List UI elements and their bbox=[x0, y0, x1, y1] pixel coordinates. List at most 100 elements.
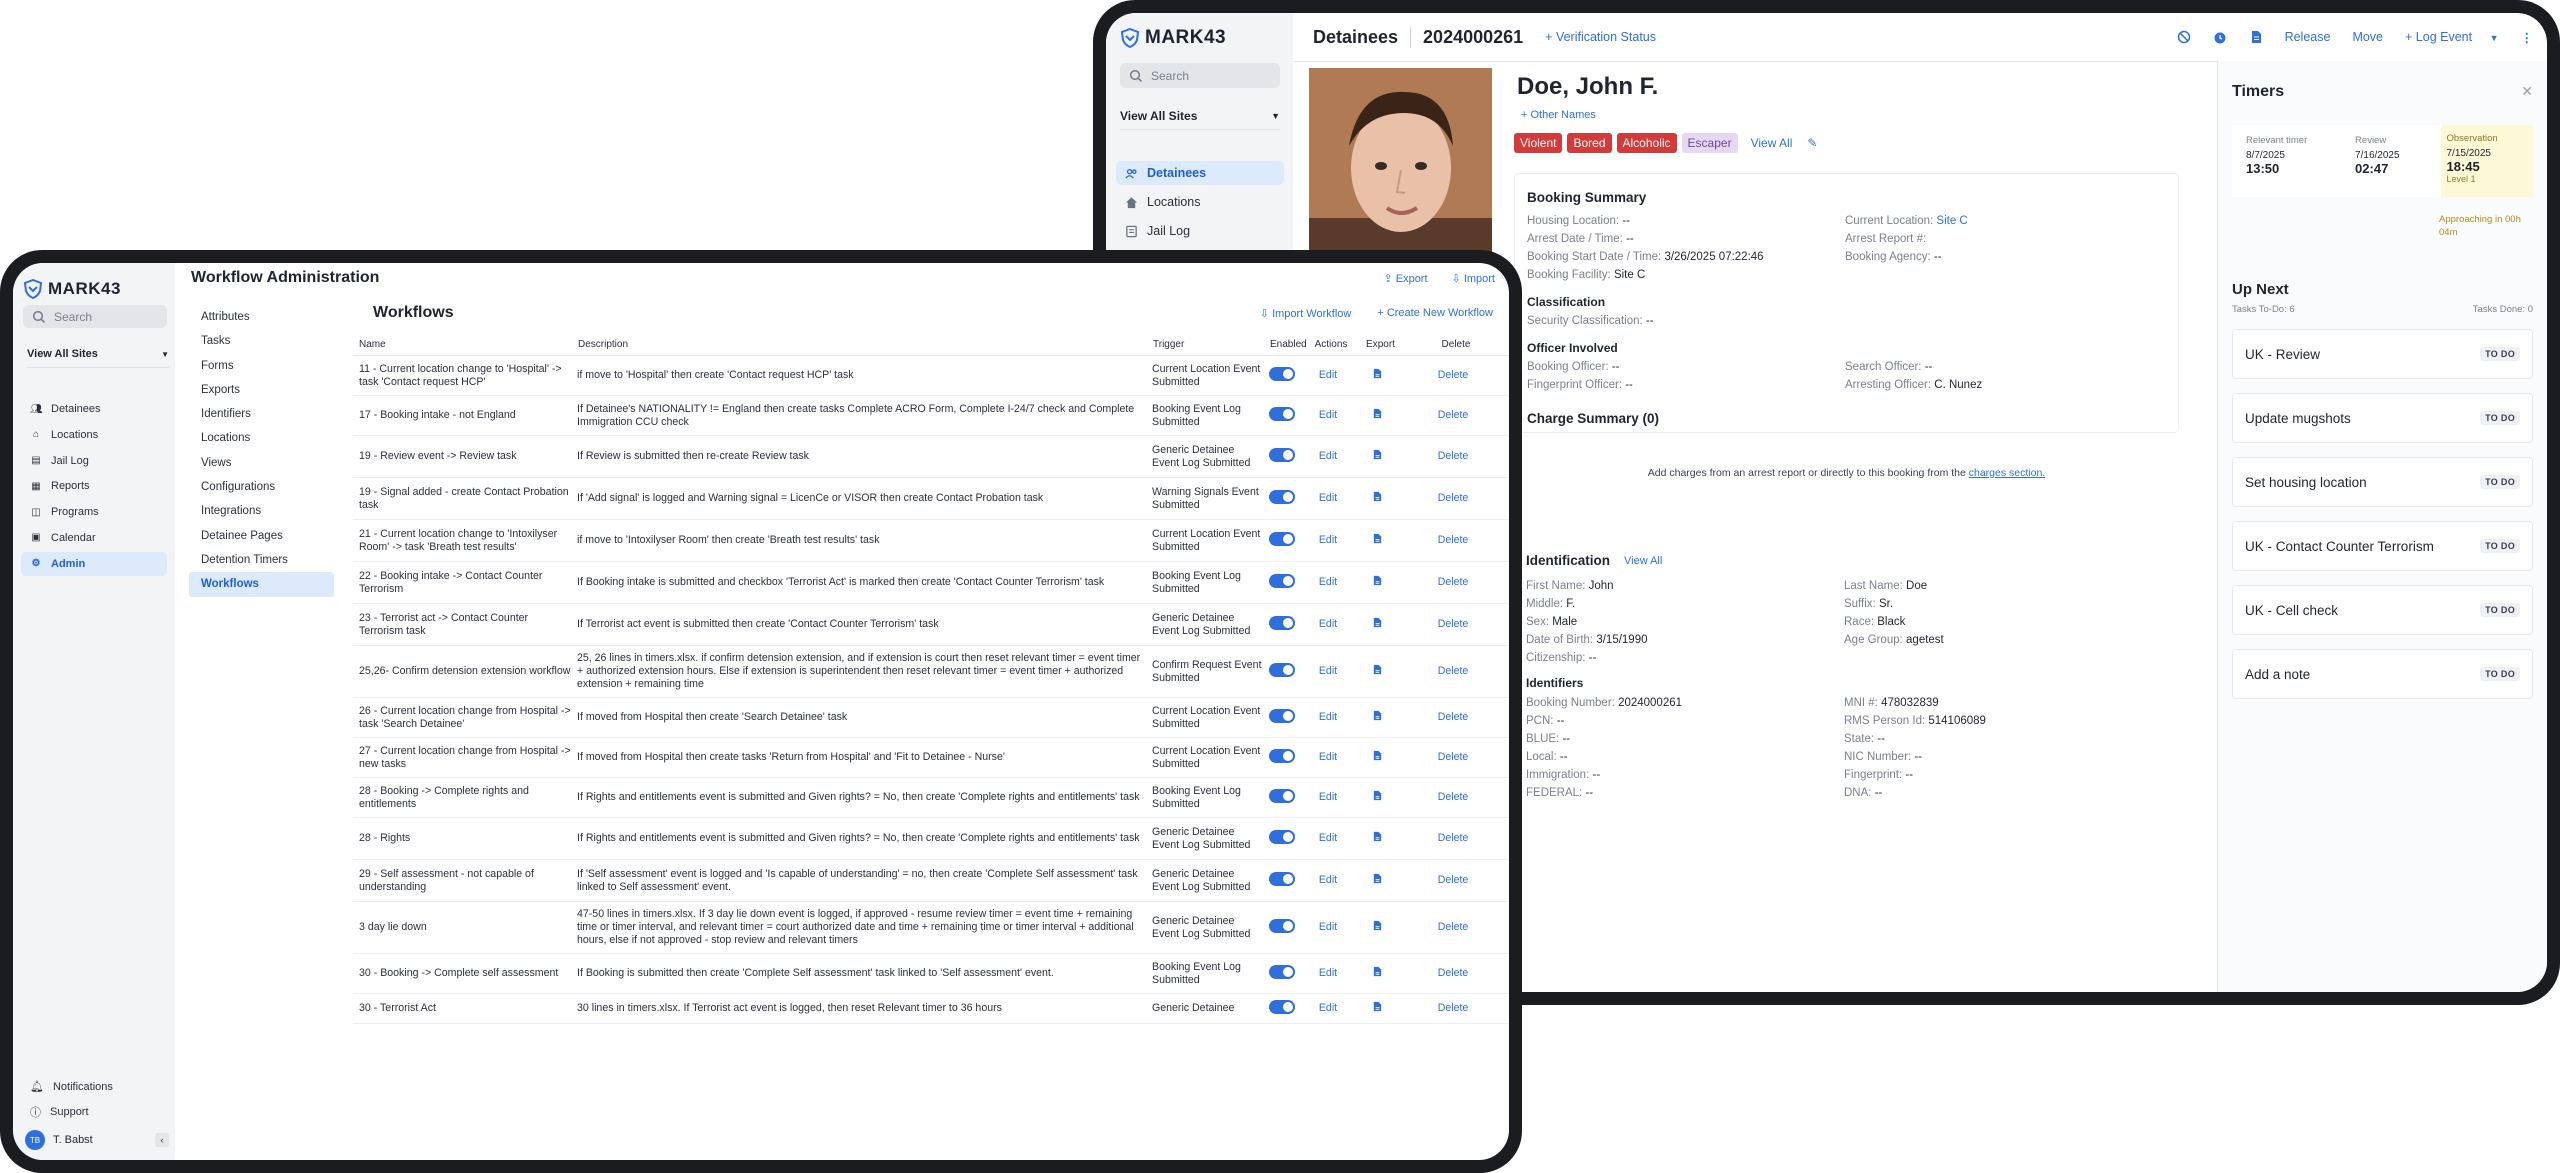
log-event-button[interactable]: + Log Event ▼ bbox=[2405, 30, 2498, 44]
nav-item-locations[interactable]: ⌂ Locations bbox=[21, 423, 167, 447]
export-file-icon[interactable] bbox=[1372, 831, 1383, 842]
table-row[interactable]: 30 - Booking -> Complete self assessment… bbox=[353, 953, 1509, 994]
current-location-link[interactable]: Site C bbox=[1936, 215, 1967, 227]
delete-link[interactable]: Delete bbox=[1438, 751, 1469, 763]
close-icon[interactable]: ✕ bbox=[2521, 83, 2533, 100]
edit-link[interactable]: Edit bbox=[1319, 751, 1337, 763]
table-row[interactable]: 19 - Review event -> Review task If Revie… bbox=[353, 435, 1509, 478]
table-row[interactable]: 27 - Current location change from Hospit… bbox=[353, 737, 1509, 778]
import-button[interactable]: ⇩ Import bbox=[1452, 272, 1495, 285]
edit-pencil-icon[interactable]: ✎ bbox=[1807, 136, 1817, 150]
subnav-item[interactable]: Detainee Pages bbox=[189, 524, 334, 548]
view-all-tags-link[interactable]: View All bbox=[1751, 136, 1793, 150]
task-item[interactable]: UK - Review TO DO bbox=[2232, 329, 2533, 379]
enabled-toggle[interactable] bbox=[1269, 964, 1295, 979]
export-file-icon[interactable] bbox=[1372, 873, 1383, 884]
table-row[interactable]: 11 - Current location change to 'Hospita… bbox=[353, 355, 1509, 396]
verification-status-link[interactable]: + Verification Status bbox=[1545, 30, 1656, 44]
edit-link[interactable]: Edit bbox=[1319, 665, 1337, 677]
create-workflow-button[interactable]: + Create New Workflow bbox=[1377, 307, 1493, 319]
subnav-item[interactable]: Attributes bbox=[189, 305, 334, 329]
column-header[interactable]: Enabled bbox=[1269, 333, 1307, 356]
edit-link[interactable]: Edit bbox=[1319, 967, 1337, 979]
subnav-item[interactable]: Exports bbox=[189, 378, 334, 402]
site-select[interactable]: View All Sites ▼ bbox=[27, 341, 169, 368]
table-row[interactable]: 19 - Signal added - create Contact Proba… bbox=[353, 477, 1509, 520]
subnav-item[interactable]: Detention Timers bbox=[189, 548, 334, 572]
export-file-icon[interactable] bbox=[1372, 664, 1383, 675]
enabled-toggle[interactable] bbox=[1269, 748, 1295, 763]
export-file-icon[interactable] bbox=[1372, 966, 1383, 977]
move-button[interactable]: Move bbox=[2352, 30, 2383, 44]
column-header[interactable]: Description bbox=[577, 333, 1152, 356]
edit-link[interactable]: Edit bbox=[1319, 711, 1337, 723]
table-row[interactable]: 28 - Booking -> Complete rights and enti… bbox=[353, 777, 1509, 818]
enabled-toggle[interactable] bbox=[1269, 447, 1295, 462]
delete-link[interactable]: Delete bbox=[1438, 450, 1469, 462]
export-file-icon[interactable] bbox=[1372, 1001, 1383, 1012]
table-row[interactable]: 28 - Rights If Rights and entitlements ev… bbox=[353, 817, 1509, 860]
block-icon[interactable] bbox=[2177, 30, 2191, 44]
delete-link[interactable]: Delete bbox=[1438, 874, 1469, 886]
edit-link[interactable]: Edit bbox=[1319, 921, 1337, 933]
task-item[interactable]: Set housing location TO DO bbox=[2232, 457, 2533, 507]
enabled-toggle[interactable] bbox=[1269, 573, 1295, 588]
nav-item-calendar[interactable]: ▣ Calendar bbox=[21, 526, 167, 550]
edit-link[interactable]: Edit bbox=[1319, 450, 1337, 462]
subnav-item[interactable]: Views bbox=[189, 451, 334, 475]
enabled-toggle[interactable] bbox=[1269, 615, 1295, 630]
release-button[interactable]: Release bbox=[2285, 30, 2331, 44]
nav-item-support[interactable]: ⓘ Support bbox=[21, 1099, 167, 1124]
table-row[interactable]: 25,26- Confirm detension extension workf… bbox=[353, 645, 1509, 698]
table-row[interactable]: 30 - Terrorist Act 30 lines in timers.xls… bbox=[353, 993, 1509, 1024]
delete-link[interactable]: Delete bbox=[1438, 534, 1469, 546]
delete-link[interactable]: Delete bbox=[1438, 576, 1469, 588]
table-row[interactable]: 3 day lie down 47-50 lines in timers.xlsx… bbox=[353, 901, 1509, 954]
export-file-icon[interactable] bbox=[1372, 491, 1383, 502]
other-names-link[interactable]: + Other Names bbox=[1521, 109, 1596, 121]
search-input[interactable]: Search bbox=[23, 305, 167, 328]
edit-link[interactable]: Edit bbox=[1319, 576, 1337, 588]
nav-item-locations[interactable]: Locations bbox=[1116, 190, 1284, 214]
enabled-toggle[interactable] bbox=[1269, 788, 1295, 803]
table-row[interactable]: 26 - Current location change from Hospit… bbox=[353, 697, 1509, 738]
column-header[interactable]: Trigger bbox=[1152, 333, 1269, 356]
delete-link[interactable]: Delete bbox=[1438, 409, 1469, 421]
export-file-icon[interactable] bbox=[1372, 533, 1383, 544]
import-workflow-button[interactable]: ⇩ Import Workflow bbox=[1260, 307, 1352, 320]
table-row[interactable]: 21 - Current location change to 'Intoxil… bbox=[353, 519, 1509, 562]
task-item[interactable]: Update mugshots TO DO bbox=[2232, 393, 2533, 443]
enabled-toggle[interactable] bbox=[1269, 366, 1295, 381]
export-file-icon[interactable] bbox=[1372, 790, 1383, 801]
user-menu[interactable]: TB T. Babst ‹ bbox=[25, 1130, 169, 1150]
export-button[interactable]: ⇪ Export bbox=[1383, 272, 1427, 285]
delete-link[interactable]: Delete bbox=[1438, 492, 1469, 504]
column-header[interactable]: Export bbox=[1358, 333, 1403, 356]
enabled-toggle[interactable] bbox=[1269, 531, 1295, 546]
search-input[interactable]: Search bbox=[1120, 63, 1280, 88]
nav-item-reports[interactable]: ▦ Reports bbox=[21, 474, 167, 498]
nav-item-notifications[interactable]: 🔔︎ Notifications bbox=[21, 1074, 167, 1099]
delete-link[interactable]: Delete bbox=[1438, 665, 1469, 677]
nav-item-programs[interactable]: ◫ Programs bbox=[21, 500, 167, 524]
export-file-icon[interactable] bbox=[1372, 449, 1383, 460]
delete-link[interactable]: Delete bbox=[1438, 1002, 1469, 1014]
delete-link[interactable]: Delete bbox=[1438, 791, 1469, 803]
delete-link[interactable]: Delete bbox=[1438, 832, 1469, 844]
export-file-icon[interactable] bbox=[1372, 408, 1383, 419]
task-item[interactable]: Add a note TO DO bbox=[2232, 649, 2533, 699]
nav-item-admin[interactable]: ⚙︎ Admin bbox=[21, 551, 167, 576]
task-item[interactable]: UK - Cell check TO DO bbox=[2232, 585, 2533, 635]
document-icon[interactable] bbox=[2249, 30, 2263, 44]
subnav-item[interactable]: Tasks bbox=[189, 329, 334, 353]
delete-link[interactable]: Delete bbox=[1438, 618, 1469, 630]
subnav-item[interactable]: Integrations bbox=[189, 499, 334, 523]
export-file-icon[interactable] bbox=[1372, 575, 1383, 586]
edit-link[interactable]: Edit bbox=[1319, 409, 1337, 421]
table-row[interactable]: 22 - Booking intake -> Contact Counter T… bbox=[353, 561, 1509, 604]
enabled-toggle[interactable] bbox=[1269, 829, 1295, 844]
table-row[interactable]: 17 - Booking intake - not England If Deta… bbox=[353, 395, 1509, 436]
enabled-toggle[interactable] bbox=[1269, 999, 1295, 1014]
column-header[interactable]: Name bbox=[353, 333, 577, 356]
table-row[interactable]: 29 - Self assessment - not capable of un… bbox=[353, 859, 1509, 902]
